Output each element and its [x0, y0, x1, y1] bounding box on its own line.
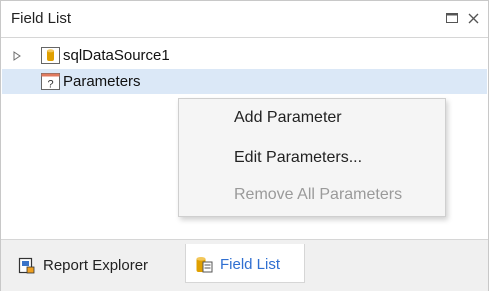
tree-item-sqldatasource[interactable]: sqlDataSource1	[2, 43, 487, 68]
tree-item-label: Parameters	[63, 73, 141, 90]
field-list-panel: Field List sqlDataSource1 ? Parameters A…	[0, 0, 489, 291]
close-button[interactable]	[462, 7, 484, 29]
tab-report-explorer[interactable]: Report Explorer	[9, 248, 185, 283]
tab-label: Field List	[220, 256, 281, 273]
menu-item-add-parameter[interactable]: Add Parameter	[234, 106, 342, 130]
menu-item-remove-all-parameters: Remove All Parameters	[234, 186, 403, 203]
expand-arrow-icon[interactable]	[12, 51, 22, 61]
database-icon	[41, 47, 60, 64]
tab-field-list[interactable]: Field List	[185, 244, 305, 283]
parameters-icon: ?	[41, 73, 60, 90]
tab-label: Report Explorer	[43, 257, 149, 274]
panel-title: Field List	[11, 10, 72, 27]
tree-item-label: sqlDataSource1	[63, 47, 170, 64]
menu-item-edit-parameters[interactable]: Edit Parameters...	[234, 146, 362, 170]
close-icon	[468, 13, 478, 23]
tree-item-parameters[interactable]: ? Parameters	[2, 69, 487, 94]
panel-titlebar: Field List	[1, 1, 488, 38]
svg-text:?: ?	[47, 79, 53, 91]
report-explorer-icon	[18, 257, 35, 274]
maximize-icon	[446, 13, 458, 23]
bottom-tab-bar: Report Explorer Field List	[1, 239, 488, 291]
context-menu: Add Parameter Edit Parameters... Remove …	[178, 98, 446, 217]
maximize-button[interactable]	[441, 7, 463, 29]
field-list-icon	[196, 257, 213, 273]
